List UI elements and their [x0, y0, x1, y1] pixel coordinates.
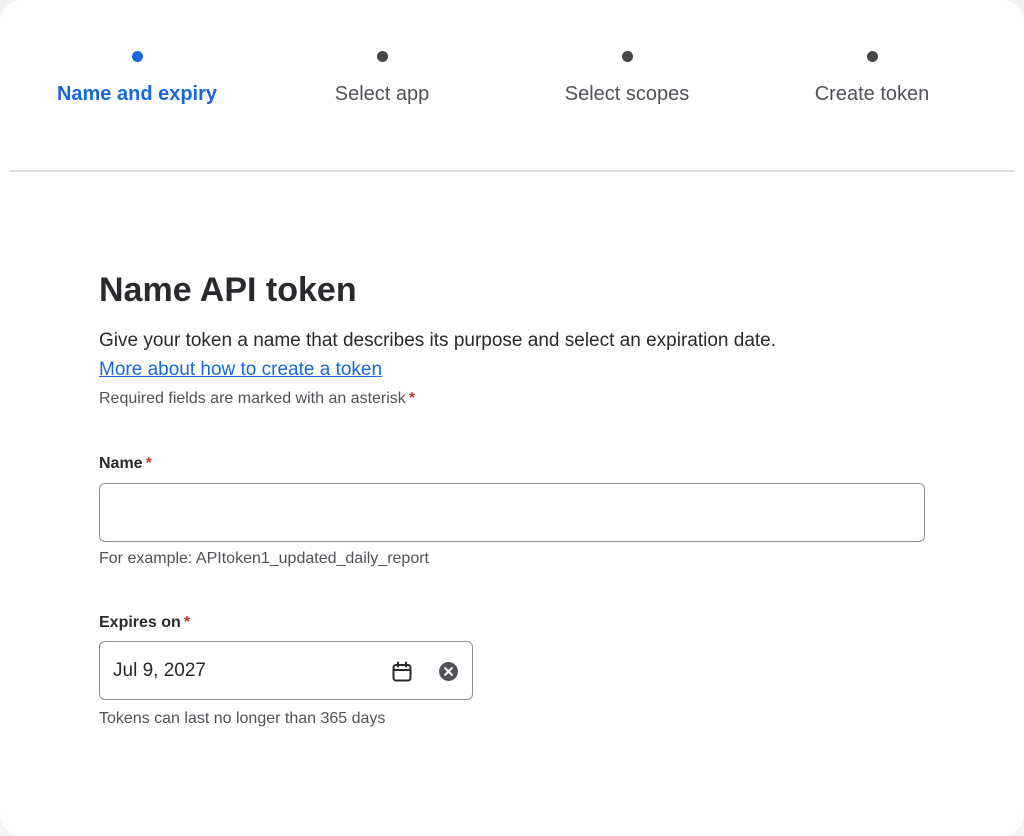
form-description: Give your token a name that describes it…: [99, 330, 777, 351]
token-name-input[interactable]: [99, 483, 925, 542]
required-note-text: Required fields are marked with an aster…: [99, 390, 406, 407]
expiry-field-helper: Tokens can last no longer than 365 days: [99, 710, 386, 727]
required-fields-note: Required fields are marked with an aster…: [99, 388, 925, 410]
step-dot: [866, 51, 878, 62]
progress-stepper: Name and expiry Select app Select scopes…: [0, 0, 1024, 172]
step-label: Create token: [814, 83, 930, 105]
step-label: Name and expiry: [56, 83, 218, 105]
expiry-date-value[interactable]: Jul 9, 2027: [113, 659, 206, 683]
clear-icon[interactable]: [438, 661, 459, 682]
expiry-field-label: Expires on *: [99, 612, 190, 634]
step-label: Select app: [334, 83, 430, 105]
required-asterisk: *: [145, 455, 152, 472]
page-title: Name API token: [99, 271, 357, 309]
required-asterisk: *: [408, 390, 416, 407]
create-token-help-link[interactable]: More about how to create a token: [99, 356, 382, 384]
name-label-text: Name: [99, 455, 143, 472]
step-dot: [376, 51, 388, 62]
step-dot-active: [131, 51, 143, 62]
stepper-divider: [9, 170, 1015, 172]
name-field-label: Name *: [99, 453, 152, 475]
step-select-app: Select app: [272, 50, 492, 106]
calendar-icon[interactable]: [390, 660, 414, 684]
expiry-label-text: Expires on: [99, 614, 181, 631]
step-select-scopes: Select scopes: [517, 50, 737, 106]
required-asterisk: *: [183, 614, 191, 631]
step-dot: [621, 51, 633, 62]
step-label: Select scopes: [564, 83, 690, 105]
name-token-form: Name API token Give your token a name th…: [99, 270, 925, 727]
name-field-helper: For example: APItoken1_updated_daily_rep…: [99, 550, 429, 567]
expiry-date-picker[interactable]: Jul 9, 2027: [99, 641, 473, 700]
step-name-and-expiry: Name and expiry: [27, 50, 247, 106]
step-create-token: Create token: [762, 50, 982, 106]
token-wizard-card: Name and expiry Select app Select scopes…: [0, 0, 1024, 836]
